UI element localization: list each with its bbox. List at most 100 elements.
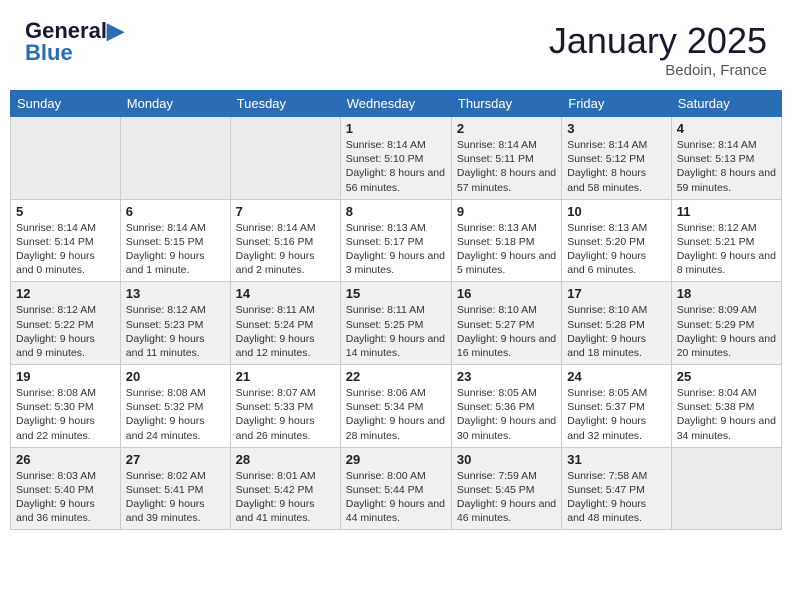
logo: General▶ Blue: [25, 20, 124, 66]
day-info: Sunrise: 8:13 AM Sunset: 5:18 PM Dayligh…: [457, 221, 556, 278]
day-number: 4: [677, 121, 776, 136]
day-info: Sunrise: 8:02 AM Sunset: 5:41 PM Dayligh…: [126, 469, 225, 526]
calendar-cell: 9 Sunrise: 8:13 AM Sunset: 5:18 PM Daylig…: [451, 199, 561, 282]
day-number: 6: [126, 204, 225, 219]
logo-text: General▶: [25, 20, 124, 42]
calendar-cell: 31 Sunrise: 7:58 AM Sunset: 5:47 PM Dayli…: [562, 447, 671, 530]
calendar-cell: 26 Sunrise: 8:03 AM Sunset: 5:40 PM Dayli…: [11, 447, 121, 530]
day-info: Sunrise: 8:04 AM Sunset: 5:38 PM Dayligh…: [677, 386, 776, 443]
calendar-cell: 17 Sunrise: 8:10 AM Sunset: 5:28 PM Dayli…: [562, 282, 671, 365]
month-title: January 2025: [549, 20, 767, 62]
day-header-wednesday: Wednesday: [340, 91, 451, 117]
day-number: 14: [236, 286, 335, 301]
page-header: General▶ Blue January 2025 Bedoin, Franc…: [10, 10, 782, 84]
calendar-header-row: SundayMondayTuesdayWednesdayThursdayFrid…: [11, 91, 782, 117]
calendar-cell: 10Sunrise: 8:13 AM Sunset: 5:20 PM Dayli…: [562, 199, 671, 282]
day-number: 31: [567, 452, 665, 467]
calendar-cell: 7Sunrise: 8:14 AM Sunset: 5:16 PM Daylig…: [230, 199, 340, 282]
day-number: 8: [346, 204, 446, 219]
calendar-cell: 1 Sunrise: 8:14 AM Sunset: 5:10 PM Daylig…: [340, 117, 451, 200]
calendar-cell: 6 Sunrise: 8:14 AM Sunset: 5:15 PM Daylig…: [120, 199, 230, 282]
day-info: Sunrise: 8:05 AM Sunset: 5:36 PM Dayligh…: [457, 386, 556, 443]
day-info: Sunrise: 7:58 AM Sunset: 5:47 PM Dayligh…: [567, 469, 665, 526]
day-info: Sunrise: 8:11 AM Sunset: 5:25 PM Dayligh…: [346, 303, 446, 360]
calendar-cell: 5Sunrise: 8:14 AM Sunset: 5:14 PM Daylig…: [11, 199, 121, 282]
calendar-cell: 20 Sunrise: 8:08 AM Sunset: 5:32 PM Dayli…: [120, 365, 230, 448]
day-number: 26: [16, 452, 115, 467]
day-number: 11: [677, 204, 776, 219]
day-info: Sunrise: 8:14 AM Sunset: 5:11 PM Dayligh…: [457, 138, 556, 195]
day-info: Sunrise: 8:13 AM Sunset: 5:20 PM Dayligh…: [567, 221, 665, 278]
day-info: Sunrise: 8:07 AM Sunset: 5:33 PM Dayligh…: [236, 386, 335, 443]
day-info: Sunrise: 8:14 AM Sunset: 5:13 PM Dayligh…: [677, 138, 776, 195]
day-info: Sunrise: 8:10 AM Sunset: 5:28 PM Dayligh…: [567, 303, 665, 360]
calendar-week-row: 1 Sunrise: 8:14 AM Sunset: 5:10 PM Daylig…: [11, 117, 782, 200]
day-info: Sunrise: 8:06 AM Sunset: 5:34 PM Dayligh…: [346, 386, 446, 443]
day-number: 20: [126, 369, 225, 384]
location: Bedoin, France: [549, 62, 767, 79]
day-number: 27: [126, 452, 225, 467]
calendar-cell: 15 Sunrise: 8:11 AM Sunset: 5:25 PM Dayli…: [340, 282, 451, 365]
day-info: Sunrise: 8:00 AM Sunset: 5:44 PM Dayligh…: [346, 469, 446, 526]
calendar-cell: 30 Sunrise: 7:59 AM Sunset: 5:45 PM Dayli…: [451, 447, 561, 530]
day-number: 13: [126, 286, 225, 301]
day-header-saturday: Saturday: [671, 91, 781, 117]
day-info: Sunrise: 8:11 AM Sunset: 5:24 PM Dayligh…: [236, 303, 335, 360]
calendar-cell: [11, 117, 121, 200]
day-number: 19: [16, 369, 115, 384]
calendar-cell: 2Sunrise: 8:14 AM Sunset: 5:11 PM Daylig…: [451, 117, 561, 200]
calendar-cell: 28 Sunrise: 8:01 AM Sunset: 5:42 PM Dayli…: [230, 447, 340, 530]
day-number: 30: [457, 452, 556, 467]
day-info: Sunrise: 8:09 AM Sunset: 5:29 PM Dayligh…: [677, 303, 776, 360]
day-info: Sunrise: 8:03 AM Sunset: 5:40 PM Dayligh…: [16, 469, 115, 526]
day-number: 28: [236, 452, 335, 467]
calendar-week-row: 26 Sunrise: 8:03 AM Sunset: 5:40 PM Dayli…: [11, 447, 782, 530]
day-number: 29: [346, 452, 446, 467]
calendar-cell: [120, 117, 230, 200]
calendar-cell: 22 Sunrise: 8:06 AM Sunset: 5:34 PM Dayli…: [340, 365, 451, 448]
calendar-cell: 16Sunrise: 8:10 AM Sunset: 5:27 PM Dayli…: [451, 282, 561, 365]
calendar-cell: 19Sunrise: 8:08 AM Sunset: 5:30 PM Dayli…: [11, 365, 121, 448]
day-number: 22: [346, 369, 446, 384]
day-number: 5: [16, 204, 115, 219]
calendar-cell: 8 Sunrise: 8:13 AM Sunset: 5:17 PM Daylig…: [340, 199, 451, 282]
day-number: 21: [236, 369, 335, 384]
day-info: Sunrise: 8:01 AM Sunset: 5:42 PM Dayligh…: [236, 469, 335, 526]
calendar-cell: 13 Sunrise: 8:12 AM Sunset: 5:23 PM Dayli…: [120, 282, 230, 365]
day-info: Sunrise: 8:08 AM Sunset: 5:32 PM Dayligh…: [126, 386, 225, 443]
calendar-cell: 29 Sunrise: 8:00 AM Sunset: 5:44 PM Dayli…: [340, 447, 451, 530]
calendar-cell: 21 Sunrise: 8:07 AM Sunset: 5:33 PM Dayli…: [230, 365, 340, 448]
calendar-cell: 25Sunrise: 8:04 AM Sunset: 5:38 PM Dayli…: [671, 365, 781, 448]
calendar-cell: 18Sunrise: 8:09 AM Sunset: 5:29 PM Dayli…: [671, 282, 781, 365]
title-block: January 2025 Bedoin, France: [549, 20, 767, 79]
day-info: Sunrise: 8:14 AM Sunset: 5:15 PM Dayligh…: [126, 221, 225, 278]
day-info: Sunrise: 8:12 AM Sunset: 5:21 PM Dayligh…: [677, 221, 776, 278]
day-number: 17: [567, 286, 665, 301]
day-number: 1: [346, 121, 446, 136]
day-number: 16: [457, 286, 556, 301]
calendar-cell: 12 Sunrise: 8:12 AM Sunset: 5:22 PM Dayli…: [11, 282, 121, 365]
day-info: Sunrise: 7:59 AM Sunset: 5:45 PM Dayligh…: [457, 469, 556, 526]
calendar-cell: 3 Sunrise: 8:14 AM Sunset: 5:12 PM Daylig…: [562, 117, 671, 200]
calendar-cell: 14 Sunrise: 8:11 AM Sunset: 5:24 PM Dayli…: [230, 282, 340, 365]
day-number: 3: [567, 121, 665, 136]
day-info: Sunrise: 8:05 AM Sunset: 5:37 PM Dayligh…: [567, 386, 665, 443]
day-info: Sunrise: 8:14 AM Sunset: 5:12 PM Dayligh…: [567, 138, 665, 195]
calendar-week-row: 12 Sunrise: 8:12 AM Sunset: 5:22 PM Dayli…: [11, 282, 782, 365]
day-info: Sunrise: 8:14 AM Sunset: 5:10 PM Dayligh…: [346, 138, 446, 195]
day-header-tuesday: Tuesday: [230, 91, 340, 117]
calendar-cell: [671, 447, 781, 530]
calendar-cell: [230, 117, 340, 200]
day-info: Sunrise: 8:13 AM Sunset: 5:17 PM Dayligh…: [346, 221, 446, 278]
calendar-cell: 27 Sunrise: 8:02 AM Sunset: 5:41 PM Dayli…: [120, 447, 230, 530]
day-info: Sunrise: 8:12 AM Sunset: 5:22 PM Dayligh…: [16, 303, 115, 360]
day-number: 9: [457, 204, 556, 219]
day-number: 12: [16, 286, 115, 301]
calendar-week-row: 19Sunrise: 8:08 AM Sunset: 5:30 PM Dayli…: [11, 365, 782, 448]
day-number: 15: [346, 286, 446, 301]
day-header-friday: Friday: [562, 91, 671, 117]
day-header-sunday: Sunday: [11, 91, 121, 117]
day-number: 23: [457, 369, 556, 384]
day-number: 24: [567, 369, 665, 384]
day-info: Sunrise: 8:12 AM Sunset: 5:23 PM Dayligh…: [126, 303, 225, 360]
